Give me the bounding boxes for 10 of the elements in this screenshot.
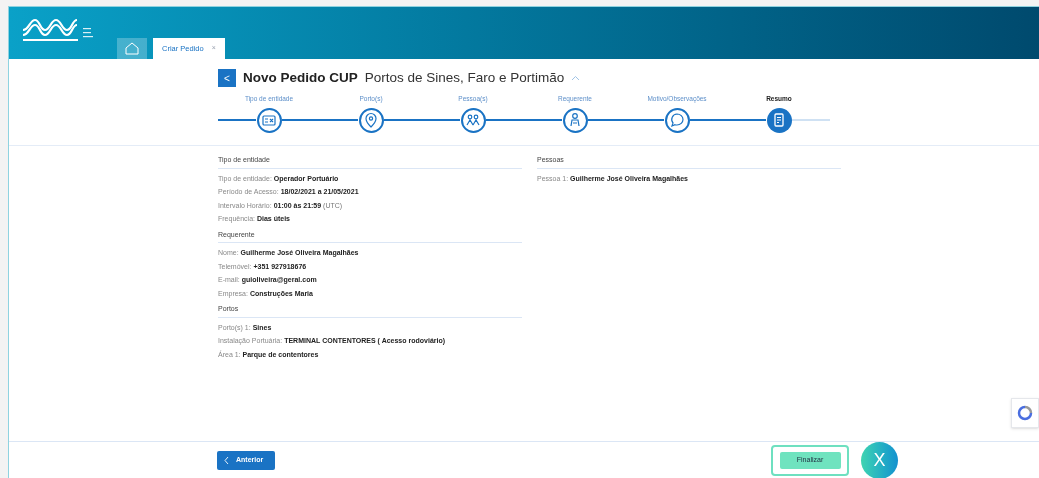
page-title: Novo Pedido CUP [243, 69, 358, 87]
back-button[interactable]: < [218, 69, 236, 88]
close-fab[interactable]: X [861, 441, 898, 478]
chevron-left-icon [224, 455, 229, 465]
chevron-up-icon [571, 75, 581, 82]
home-icon [125, 42, 139, 55]
recaptcha-icon [1017, 405, 1033, 421]
location-pin-icon [362, 111, 380, 130]
page-subtitle: Portos de Sines, Faro e Portimão [364, 69, 565, 87]
speech-bubble-icon [668, 111, 686, 130]
